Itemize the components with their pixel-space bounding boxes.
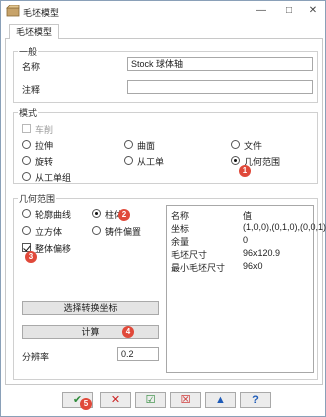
general-group-label: 一般 [18,45,39,58]
mode-radio-geometry-range[interactable] [231,156,240,165]
help-button[interactable]: ? [240,392,271,408]
mode-label-from-work: 从工单 [137,157,165,167]
accept-icon: ☑ [145,394,156,406]
info-row-name: 余量 [171,237,190,247]
mode-radio-from-work-unit[interactable] [22,172,31,181]
resolution-label: 分辨率 [22,352,50,362]
reject-button[interactable]: ☒ [170,392,201,408]
reject-icon: ☒ [180,394,191,406]
turning-label: 车削 [35,125,54,135]
save-button[interactable]: ▲ [205,392,236,408]
step-badge-4: 4 [122,326,134,338]
accept-button[interactable]: ☑ [135,392,166,408]
compute-button[interactable]: 计算 [22,325,159,339]
tab-stock-model[interactable]: 毛坯模型 [9,24,60,40]
name-input[interactable]: Stock 球体轴 [127,57,313,71]
geo-radio-contour[interactable] [22,209,31,218]
maximize-button[interactable]: □ [277,3,301,19]
mode-label-from-work-unit: 从工单组 [35,173,72,183]
step-badge-1: 1 [239,165,251,177]
mode-label-surface: 曲面 [137,141,156,151]
info-header-name: 名称 [171,211,190,221]
window-title: 毛坯模型 [23,8,60,18]
help-icon: ? [252,394,259,406]
geometry-group-label: 几何范围 [18,192,57,205]
step-badge-2: 2 [118,209,130,221]
info-table: 名称 值 坐标 (1,0,0),(0,1,0),(0,0,1) 余量 0 毛坯尺… [166,205,326,373]
mode-label-revolve: 旋转 [35,157,54,167]
overall-offset-label: 整体偏移 [35,244,72,254]
geo-label-part-offset: 铸件偏置 [105,227,142,237]
minimize-button[interactable]: — [249,3,273,19]
mode-radio-extrude[interactable] [22,140,31,149]
info-row-name: 最小毛坯尺寸 [171,263,226,273]
mode-radio-revolve[interactable] [22,156,31,165]
save-icon: ▲ [215,394,226,406]
turning-checkbox[interactable] [22,124,31,133]
comment-input[interactable] [127,80,313,94]
select-transform-button[interactable]: 选择转换坐标 [22,301,159,315]
close-button[interactable]: ✕ [301,3,325,19]
geo-radio-cube[interactable] [22,226,31,235]
mode-radio-from-work[interactable] [124,156,133,165]
tab-strip: 毛坯模型 [5,23,323,40]
geo-label-cube: 立方体 [35,227,63,237]
comment-label: 注释 [22,85,41,95]
info-row-name: 毛坯尺寸 [171,250,208,260]
tab-panel: 一般 名称 Stock 球体轴 注释 模式 车削 拉伸 曲面 文件 旋转 从工单… [5,39,326,385]
step-badge-5: 5 [80,398,92,410]
geo-label-contour: 轮廓曲线 [35,210,72,220]
mode-radio-surface[interactable] [124,140,133,149]
info-row-value: 96x0 [243,261,263,271]
info-row-value: 0 [243,235,249,245]
resolution-input[interactable]: 0.2 [117,347,159,361]
app-icon [6,4,20,17]
info-header-value: 值 [243,211,253,221]
title-bar: 毛坯模型 — □ ✕ [1,1,325,23]
geo-radio-cylinder[interactable] [92,209,101,218]
info-row-value: 96x120.9 [243,248,281,258]
geo-radio-part-offset[interactable] [92,226,101,235]
info-row-name: 坐标 [171,224,190,234]
name-label: 名称 [22,62,41,72]
mode-label-extrude: 拉伸 [35,141,54,151]
step-badge-3: 3 [25,251,37,263]
cancel-icon: ✕ [110,394,121,406]
info-row-value: (1,0,0),(0,1,0),(0,0,1) [243,222,326,232]
cancel-button[interactable]: ✕ [100,392,131,408]
mode-label-file: 文件 [244,141,263,151]
mode-radio-file[interactable] [231,140,240,149]
stock-model-dialog: 毛坯模型 — □ ✕ 毛坯模型 一般 名称 Stock 球体轴 注释 模式 车削… [0,0,326,417]
mode-group-label: 模式 [18,106,39,119]
